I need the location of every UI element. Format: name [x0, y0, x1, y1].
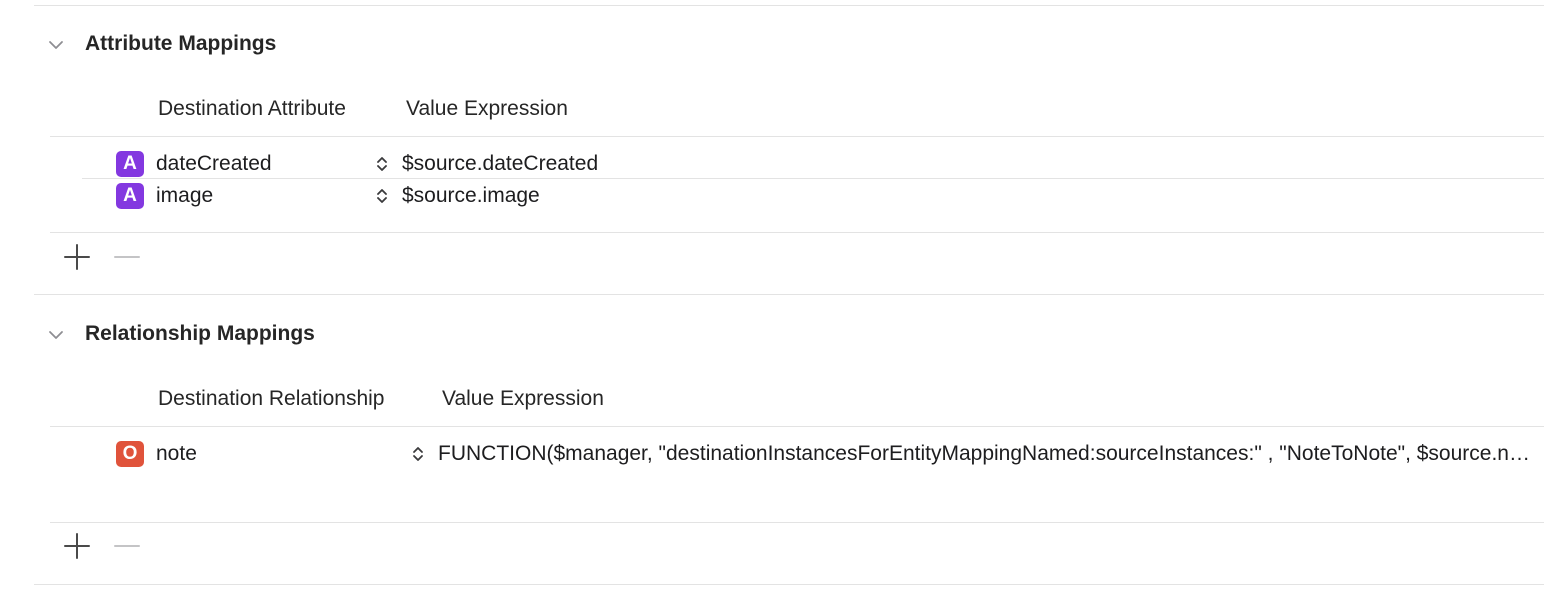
row-divider — [82, 178, 1544, 179]
relationship-mappings-header[interactable]: Relationship Mappings — [0, 320, 420, 350]
chevron-down-icon[interactable] — [48, 37, 64, 53]
section-divider — [34, 294, 1544, 295]
mapping-model-inspector: Attribute Mappings Destination Attribute… — [0, 0, 1544, 596]
section-divider — [34, 584, 1544, 585]
chevron-up-down-icon[interactable] — [375, 187, 389, 205]
value-expression[interactable]: $source.dateCreated — [402, 152, 1534, 176]
relationship-type-icon: O — [116, 441, 144, 467]
minus-icon[interactable] — [112, 531, 142, 561]
table-row[interactable]: A image $source.image — [82, 180, 1544, 212]
table-row[interactable]: O note FUNCTION($manager, "destinationIn… — [82, 438, 1544, 470]
attribute-mappings-header[interactable]: Attribute Mappings — [0, 30, 400, 60]
column-header-value-expression[interactable]: Value Expression — [442, 387, 604, 411]
destination-relationship-name: note — [156, 442, 197, 465]
header-divider — [50, 426, 1544, 427]
table-bottom-divider — [50, 522, 1544, 523]
chevron-up-down-icon[interactable] — [411, 445, 425, 463]
top-divider — [34, 5, 1544, 6]
table-row[interactable]: A dateCreated $source.dateCreated — [82, 148, 1544, 180]
value-expression[interactable]: FUNCTION($manager, "destinationInstances… — [438, 442, 1540, 466]
destination-attribute-name: image — [156, 184, 214, 207]
plus-icon[interactable] — [62, 531, 92, 561]
chevron-down-icon[interactable] — [48, 327, 64, 343]
column-header-destination-attribute[interactable]: Destination Attribute — [158, 97, 346, 121]
destination-attribute-name: dateCreated — [156, 152, 272, 175]
attribute-type-icon: A — [116, 151, 144, 177]
section-title: Relationship Mappings — [85, 322, 315, 345]
table-bottom-divider — [50, 232, 1544, 233]
chevron-up-down-icon[interactable] — [375, 155, 389, 173]
minus-icon[interactable] — [112, 242, 142, 272]
column-header-value-expression[interactable]: Value Expression — [406, 97, 568, 121]
section-title: Attribute Mappings — [85, 32, 277, 55]
plus-icon[interactable] — [62, 242, 92, 272]
header-divider — [50, 136, 1544, 137]
attribute-type-icon: A — [116, 183, 144, 209]
value-expression[interactable]: $source.image — [402, 184, 1534, 208]
column-header-destination-relationship[interactable]: Destination Relationship — [158, 387, 384, 411]
